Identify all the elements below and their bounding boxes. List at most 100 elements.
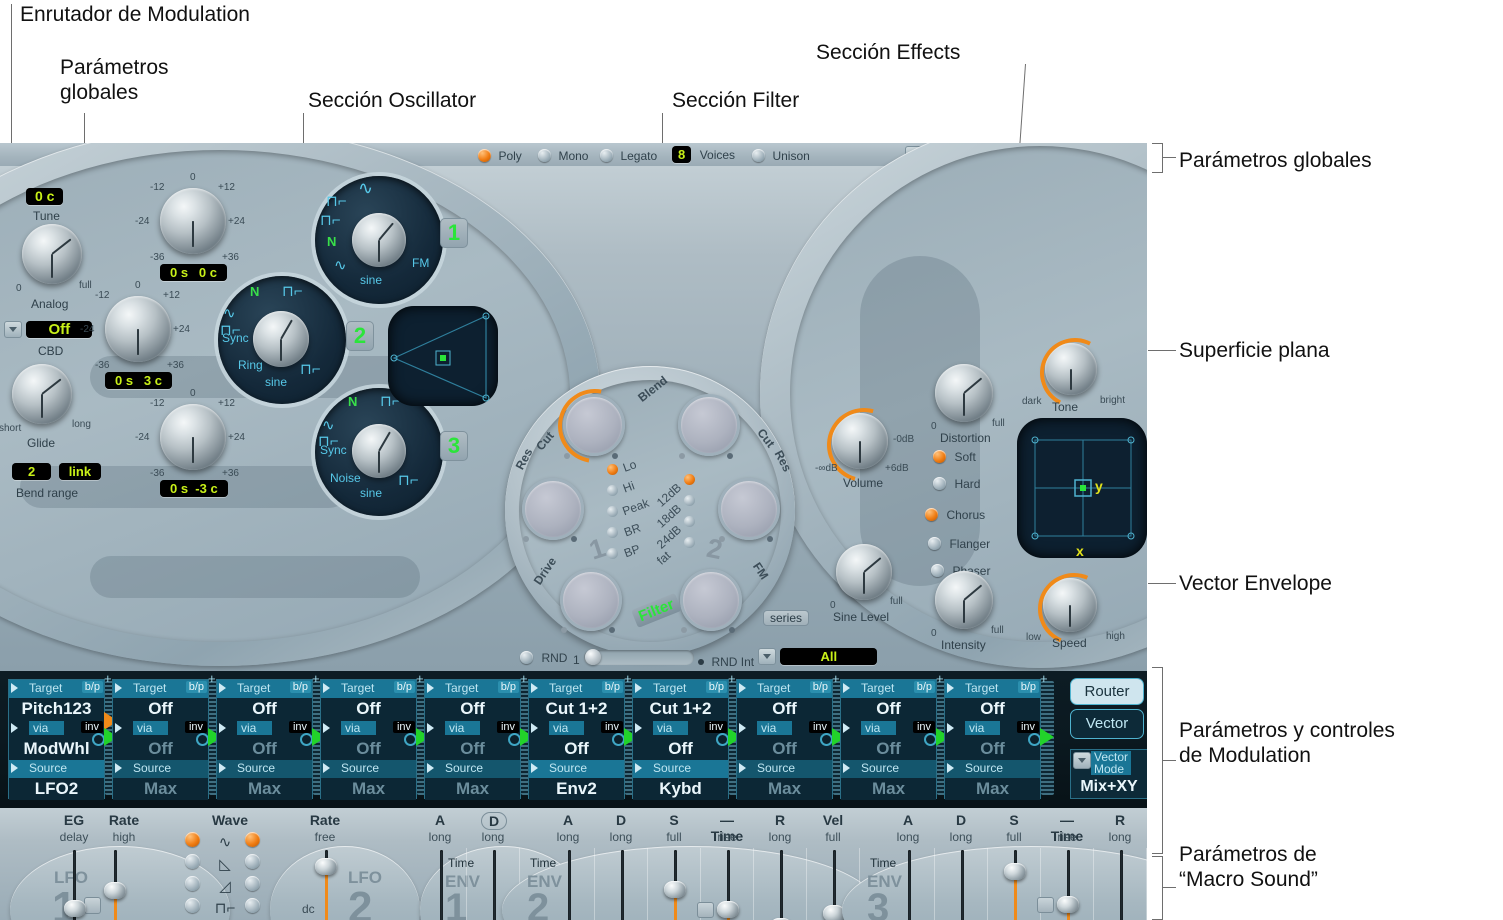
filter-slope-fat-led[interactable] — [684, 537, 695, 548]
filter-slope-18db-led[interactable] — [684, 495, 695, 506]
router-strip[interactable]: Target b/p Off via inv Off Source Max — [944, 679, 1041, 800]
lfo2-rate-thumb[interactable] — [315, 858, 337, 875]
router-amount-arrow[interactable] — [1040, 728, 1054, 746]
wave-select-button[interactable] — [185, 832, 200, 847]
router-source-row[interactable]: Source — [633, 760, 728, 778]
lfo1-rate-thumb[interactable] — [104, 882, 126, 899]
via-value[interactable]: Off — [945, 738, 1040, 760]
filter2-cut-knob[interactable] — [678, 394, 740, 456]
chevron-down-icon[interactable] — [115, 683, 122, 693]
wave-select-button[interactable] — [245, 854, 260, 869]
cbd-field[interactable]: Off — [4, 321, 93, 339]
target-value[interactable]: Cut 1+2 — [633, 698, 728, 720]
envelope-slider-thumb[interactable] — [717, 900, 739, 918]
router-source-row[interactable]: Source — [321, 760, 416, 778]
envelope-slider-track[interactable] — [568, 850, 571, 920]
source-value[interactable]: Max — [321, 778, 416, 800]
router-via-row[interactable]: via inv — [945, 720, 1040, 738]
chevron-down-icon[interactable] — [219, 723, 226, 733]
bend-range-field[interactable]: 2 link — [12, 463, 102, 481]
router-strip[interactable]: Target b/p Off via inv Off Source Max — [424, 679, 521, 800]
router-strip[interactable]: Target b/p Pitch123 via inv ModWhl Source LFO2 — [8, 679, 105, 800]
envelope-slider-track[interactable] — [493, 850, 496, 920]
vector-mode-field[interactable]: Vector Mode Mix+XY — [1070, 749, 1147, 799]
chorus-button[interactable]: Chorus — [925, 506, 985, 524]
osc1-pitch-field[interactable]: 0 s 0 c — [160, 264, 227, 282]
router-target-row[interactable]: Target b/p — [529, 680, 624, 698]
filter2-fm-knob[interactable] — [680, 569, 742, 631]
envelope-slider-track[interactable] — [780, 850, 783, 920]
filter-mode-br-led[interactable] — [607, 527, 618, 538]
chevron-down-icon[interactable] — [115, 763, 122, 773]
chevron-down-icon[interactable] — [219, 683, 226, 693]
envelope-slider-track[interactable] — [440, 850, 443, 920]
envelope-slider-thumb[interactable] — [1004, 863, 1026, 881]
wave-select-button[interactable] — [245, 832, 260, 847]
chevron-down-icon[interactable] — [115, 723, 122, 733]
router-via-row[interactable]: via inv — [113, 720, 208, 738]
chevron-down-icon[interactable] — [739, 763, 746, 773]
chevron-down-icon[interactable] — [947, 723, 954, 733]
chevron-down-icon[interactable] — [635, 763, 642, 773]
envelope-slider-thumb[interactable] — [1057, 896, 1079, 914]
target-value[interactable]: Pitch123 — [9, 698, 104, 720]
chevron-down-icon[interactable] — [947, 763, 954, 773]
filter-mode-peak-led[interactable] — [607, 506, 618, 517]
wave-select-button[interactable] — [245, 898, 260, 913]
source-value[interactable]: Env2 — [529, 778, 624, 800]
wave-select-button[interactable] — [185, 854, 200, 869]
via-value[interactable]: Off — [737, 738, 832, 760]
chevron-down-icon[interactable] — [323, 763, 330, 773]
chevron-down-icon[interactable] — [947, 683, 954, 693]
rnd-slider-thumb[interactable] — [585, 649, 601, 665]
router-strip[interactable]: Target b/p Off via inv Off Source Max — [320, 679, 417, 800]
via-value[interactable]: Off — [425, 738, 520, 760]
chevron-down-icon[interactable] — [843, 723, 850, 733]
router-via-row[interactable]: via inv — [321, 720, 416, 738]
source-value[interactable]: Kybd — [633, 778, 728, 800]
chevron-down-icon-vector[interactable] — [1073, 752, 1091, 769]
target-value[interactable]: Off — [217, 698, 312, 720]
filter-series-button[interactable]: series — [763, 610, 810, 626]
router-source-row[interactable]: Source — [945, 760, 1040, 778]
router-strip[interactable]: Target b/p Off via inv Off Source Max — [216, 679, 313, 800]
router-target-row[interactable]: Target b/p — [945, 680, 1040, 698]
chevron-down-icon[interactable] — [843, 683, 850, 693]
source-value[interactable]: Max — [425, 778, 520, 800]
osc3-pitch-field[interactable]: 0 s -3 c — [160, 480, 228, 498]
chevron-down-icon-rnd[interactable] — [758, 648, 776, 666]
chevron-down-icon[interactable] — [635, 683, 642, 693]
source-value[interactable]: Max — [113, 778, 208, 800]
router-target-row[interactable]: Target b/p — [841, 680, 936, 698]
target-value[interactable]: Off — [737, 698, 832, 720]
router-via-row[interactable]: via inv — [425, 720, 520, 738]
router-source-row[interactable]: Source — [529, 760, 624, 778]
filter2-res-knob[interactable] — [718, 478, 780, 540]
target-value[interactable]: Off — [425, 698, 520, 720]
hard-button[interactable]: Hard — [933, 475, 980, 493]
chevron-down-icon[interactable] — [635, 723, 642, 733]
envelope-time-link-icon[interactable] — [697, 901, 714, 918]
unison-button[interactable]: Unison — [752, 147, 810, 165]
via-value[interactable]: Off — [113, 738, 208, 760]
target-value[interactable]: Cut 1+2 — [529, 698, 624, 720]
source-value[interactable]: LFO2 — [9, 778, 104, 800]
voices-field[interactable]: 8 Voices — [672, 146, 735, 164]
router-via-row[interactable]: via inv — [529, 720, 624, 738]
lfo1-key-trigger-button[interactable] — [84, 897, 101, 914]
via-value[interactable]: Off — [633, 738, 728, 760]
envelope-slider-track[interactable] — [621, 850, 624, 920]
filter1-res-knob[interactable] — [522, 478, 584, 540]
via-value[interactable]: ModWhl — [9, 738, 104, 760]
router-source-row[interactable]: Source — [425, 760, 520, 778]
router-via-row[interactable]: via inv — [737, 720, 832, 738]
target-value[interactable]: Off — [321, 698, 416, 720]
router-source-row[interactable]: Source — [113, 760, 208, 778]
router-source-row[interactable]: Source — [9, 760, 104, 778]
router-target-row[interactable]: Target b/p — [217, 680, 312, 698]
router-source-row[interactable]: Source — [217, 760, 312, 778]
chevron-down-icon[interactable] — [11, 683, 18, 693]
chevron-down-icon[interactable] — [323, 723, 330, 733]
via-value[interactable]: Off — [841, 738, 936, 760]
filter-mode-lo-led[interactable] — [607, 464, 618, 475]
